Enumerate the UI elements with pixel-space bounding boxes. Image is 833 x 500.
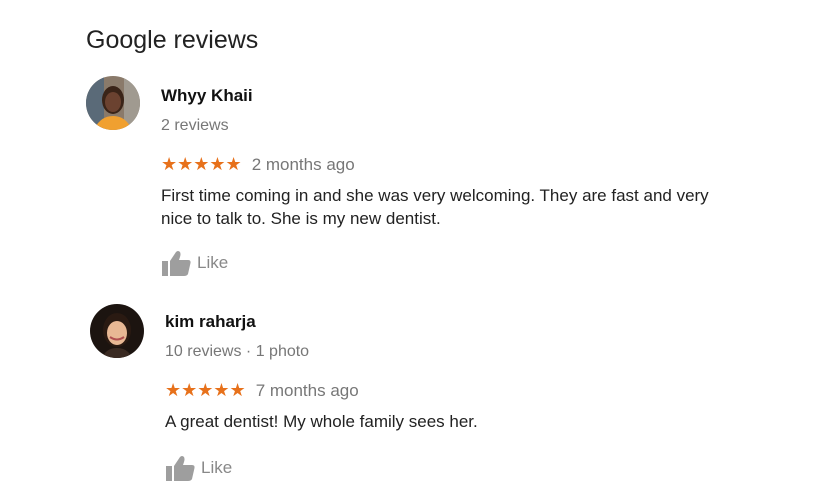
avatar-image	[86, 76, 140, 130]
reviewer-name[interactable]: Whyy Khaii	[161, 86, 741, 106]
star-rating: ★★★★★	[165, 380, 246, 401]
review-time: 7 months ago	[255, 381, 359, 400]
avatar[interactable]	[86, 76, 140, 130]
reviewer-meta: 10 reviews · 1 photo	[165, 343, 310, 360]
thumbs-up-icon	[165, 454, 195, 482]
like-button[interactable]: Like	[165, 453, 745, 483]
review-text: First time coming in and she was very we…	[161, 186, 709, 228]
review-body: Whyy Khaii 2 reviews ★★★★★ 2 months ago …	[161, 86, 741, 278]
like-label: Like	[201, 458, 233, 477]
review-time: 2 months ago	[251, 155, 355, 174]
page-title: Google reviews	[86, 26, 259, 54]
reviewer-meta: 2 reviews	[161, 117, 229, 134]
avatar-image	[90, 304, 144, 358]
thumbs-up-icon	[161, 249, 191, 277]
google-reviews-page: Google reviews Whyy Khaii 2 reviews ★★★★…	[0, 0, 833, 500]
star-rating: ★★★★★	[161, 154, 242, 175]
like-button[interactable]: Like	[161, 248, 741, 278]
review-body: kim raharja 10 reviews · 1 photo ★★★★★ 7…	[165, 312, 745, 483]
review-text: A great dentist! My whole family sees he…	[165, 412, 478, 431]
like-label: Like	[197, 253, 229, 272]
reviewer-name[interactable]: kim raharja	[165, 312, 745, 332]
avatar[interactable]	[90, 304, 144, 358]
rating-row: ★★★★★ 7 months ago	[165, 380, 745, 402]
rating-row: ★★★★★ 2 months ago	[161, 154, 741, 176]
